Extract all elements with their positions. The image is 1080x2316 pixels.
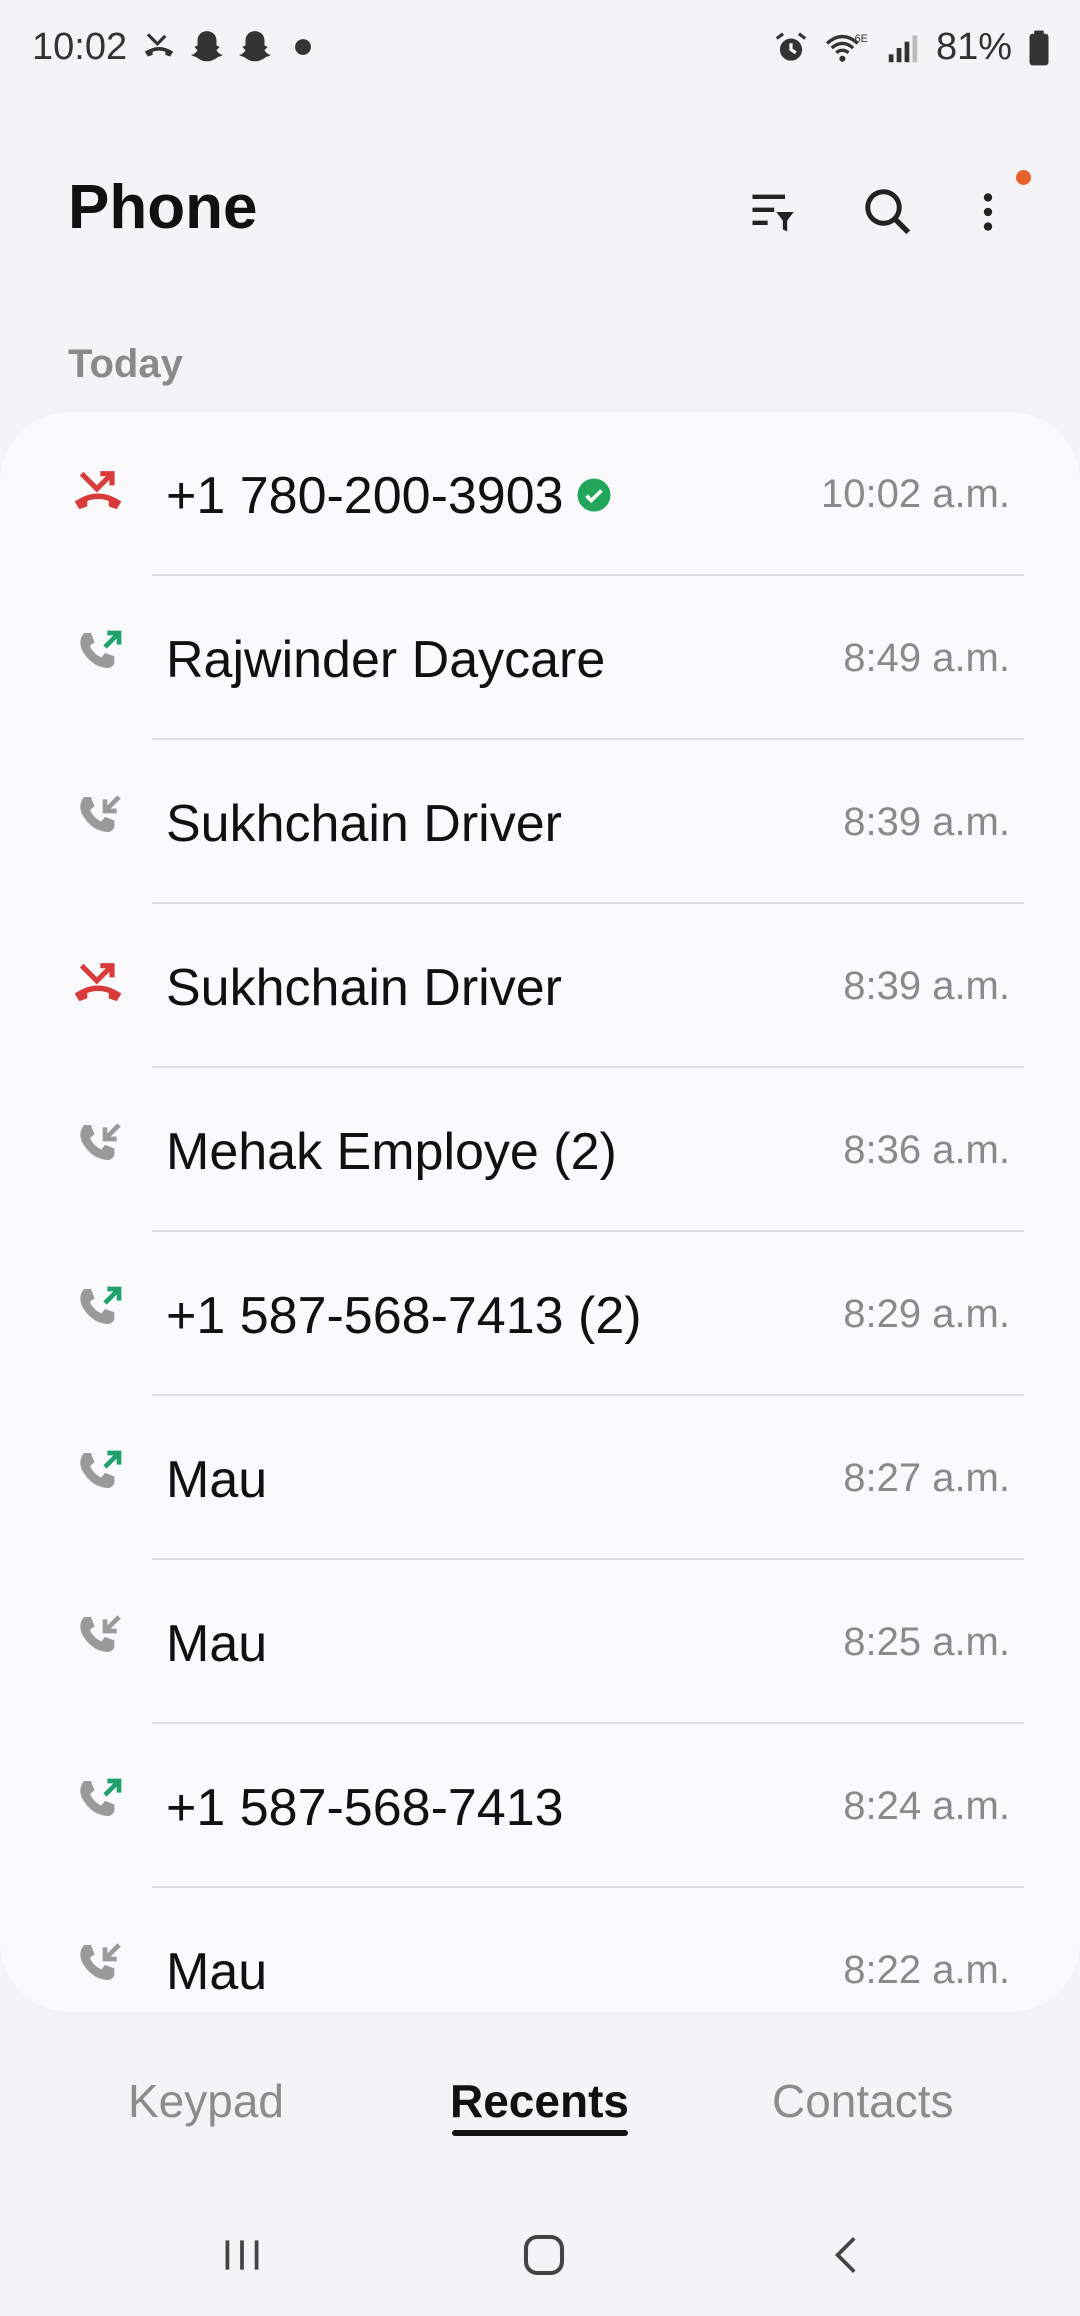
recent-apps-icon [225,2240,259,2270]
call-time: 8:39 a.m. [843,964,1010,1008]
tab-contacts[interactable]: Contacts [772,2074,954,2128]
system-navigation-bar [0,2200,1080,2316]
notification-dot [1016,170,1031,185]
signal-icon [888,34,918,62]
incoming-call-icon [80,795,121,832]
verified-icon [577,478,611,512]
call-contact-name: Mau [166,1943,268,2001]
page-title: Phone [68,173,258,242]
status-bar: 10:02 6E 81% [0,0,1080,100]
tab-keypad[interactable]: Keypad [128,2074,284,2128]
call-contact-name: Sukhchain Driver [166,959,562,1017]
call-time: 8:49 a.m. [843,636,1010,680]
call-log-item[interactable]: Mau 8:25 a.m. [0,1560,1080,1724]
tab-recents[interactable]: Recents [450,2074,629,2128]
call-time: 8:27 a.m. [843,1456,1010,1500]
svg-text:6E: 6E [855,32,868,44]
home-icon [523,2234,565,2276]
home-button[interactable] [504,2220,584,2290]
more-options-button[interactable] [956,180,1020,244]
call-time: 8:36 a.m. [843,1128,1010,1172]
filter-icon [752,194,794,232]
snapchat-icon [191,31,223,62]
recent-calls-list: +1 780-200-3903 10:02 a.m. Rajwinder Dayca… [0,412,1080,2012]
outgoing-call-icon [80,630,122,668]
incoming-call-icon [80,1123,121,1160]
snapchat-icon [239,31,271,62]
call-contact-name: +1 587-568-7413 [166,1779,564,1837]
missed-call-icon [74,963,122,1002]
wifi-6e-icon: 6E [825,32,868,62]
call-contact-name: Mau [166,1451,268,1509]
search-button[interactable] [856,180,920,244]
back-icon [834,2237,856,2273]
call-contact-name: +1 587-568-7413 (2) [166,1287,642,1345]
call-log-item[interactable]: +1 587-568-7413 8:24 a.m. [0,1724,1080,1888]
status-right-icons: 6E 81% [772,26,1052,69]
call-time: 8:24 a.m. [843,1784,1010,1828]
status-left-icons [140,28,322,66]
call-log-item[interactable]: Sukhchain Driver 8:39 a.m. [0,740,1080,904]
call-log-item[interactable]: +1 780-200-3903 10:02 a.m. [0,412,1080,576]
call-log-item[interactable]: +1 587-568-7413 (2) 8:29 a.m. [0,1232,1080,1396]
missed-call-icon [144,33,174,57]
outgoing-call-icon [80,1450,122,1488]
call-contact-name: Rajwinder Daycare [166,631,606,689]
filter-button[interactable] [740,180,804,244]
call-contact-name: Mehak Employe (2) [166,1123,617,1181]
section-label-today: Today [68,342,183,386]
call-time: 8:29 a.m. [843,1292,1010,1336]
call-contact-name: Sukhchain Driver [166,795,562,853]
back-button[interactable] [808,2220,888,2290]
call-time: 8:25 a.m. [843,1620,1010,1664]
more-options-icon [983,193,993,231]
call-time: 8:39 a.m. [843,800,1010,844]
alarm-icon [775,31,807,61]
call-contact-name: Mau [166,1615,268,1673]
call-log-item[interactable]: Rajwinder Daycare 8:49 a.m. [0,576,1080,740]
active-tab-indicator [452,2130,628,2136]
incoming-call-icon [80,1943,121,1980]
outgoing-call-icon [80,1778,122,1816]
call-log-item[interactable]: Sukhchain Driver 8:39 a.m. [0,904,1080,1068]
status-time: 10:02 [32,26,128,68]
outgoing-call-icon [80,1286,122,1324]
call-log-item[interactable]: Mehak Employe (2) 8:36 a.m. [0,1068,1080,1232]
bottom-tab-bar: Keypad Recents Contacts [0,2040,1080,2140]
incoming-call-icon [80,1615,121,1652]
call-time: 10:02 a.m. [820,472,1010,516]
call-log-item[interactable]: Mau 8:27 a.m. [0,1396,1080,1560]
call-contact-name: +1 780-200-3903 [166,466,612,526]
call-log-item[interactable]: Mau 8:22 a.m. [0,1888,1080,2012]
battery-percentage: 81% [935,26,1012,68]
missed-call-icon [74,471,122,510]
battery-icon [1029,30,1049,65]
dot-icon [295,39,311,55]
search-icon [865,189,911,235]
recent-apps-button[interactable] [202,2220,282,2290]
call-time: 8:22 a.m. [843,1948,1010,1992]
